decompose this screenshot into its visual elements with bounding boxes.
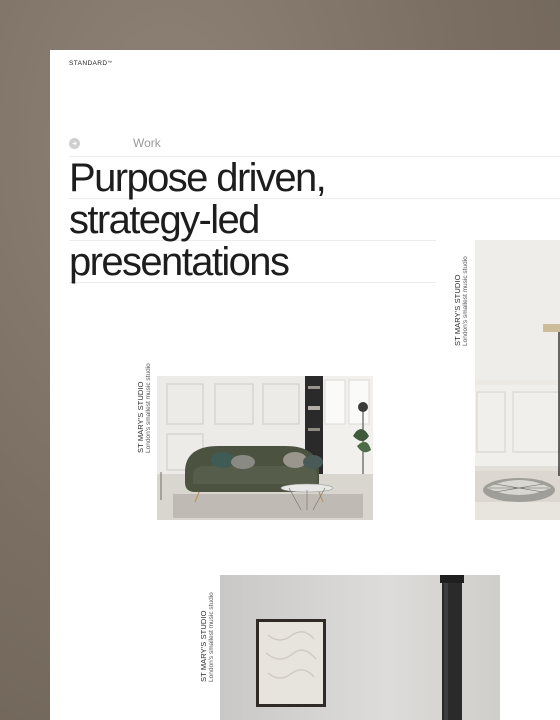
breadcrumb-work-link[interactable]: Work <box>133 136 161 150</box>
title-line: Purpose driven, <box>69 156 327 200</box>
project-title: ST MARY'S STUDIO <box>453 274 462 346</box>
title-line: strategy-led <box>69 198 260 242</box>
project-photo-living-room[interactable] <box>157 376 373 520</box>
project-subtitle: London's smallest music studio <box>462 256 469 346</box>
project-photo-reading-corner[interactable] <box>475 240 560 520</box>
brand-trademark: ™ <box>107 60 113 65</box>
brand-logo[interactable]: STANDARD™ <box>69 60 112 67</box>
project-photo-gallery-wall[interactable] <box>220 575 500 720</box>
page-title: Purpose driven, strategy-led presentatio… <box>69 156 327 284</box>
project-title: ST MARY'S STUDIO <box>136 381 145 453</box>
back-arrow-icon[interactable] <box>69 138 80 149</box>
brand-name: STANDARD <box>69 60 108 67</box>
project-title: ST MARY'S STUDIO <box>199 610 208 682</box>
presentation-sheet: STANDARD™ Work Purpose driven, strategy-… <box>50 50 560 720</box>
project-subtitle: London's smallest music studio <box>208 592 215 682</box>
project-subtitle: London's smallest music studio <box>145 363 152 453</box>
title-line: presentations <box>69 240 290 284</box>
project-caption: ST MARY'S STUDIO London's smallest music… <box>136 363 153 453</box>
project-caption: ST MARY'S STUDIO London's smallest music… <box>199 592 216 682</box>
project-caption: ST MARY'S STUDIO London's smallest music… <box>453 256 470 346</box>
